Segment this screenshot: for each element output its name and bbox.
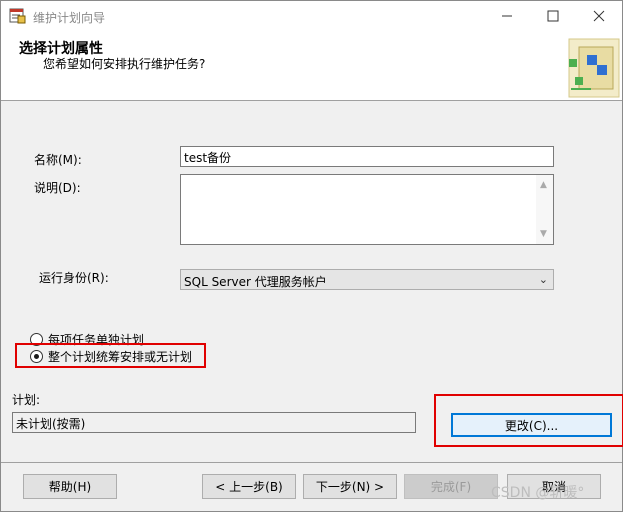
- close-button[interactable]: [576, 1, 622, 31]
- wizard-header: 选择计划属性 您希望如何安排执行维护任务?: [1, 31, 622, 101]
- description-label: 说明(D):: [34, 181, 81, 195]
- description-scrollbar[interactable]: ▲ ▼: [536, 175, 553, 244]
- minimize-button[interactable]: [484, 1, 530, 31]
- close-icon: [593, 10, 605, 22]
- watermark: CSDN @斩暖°: [491, 485, 585, 501]
- highlight-box-radio: [15, 343, 206, 368]
- wizard-window: 维护计划向导 选择计划属性 您希望如何安排执行维护任务? 名称(M): test…: [0, 0, 623, 512]
- back-button[interactable]: < 上一步(B): [202, 474, 296, 499]
- help-button[interactable]: 帮助(H): [23, 474, 117, 499]
- chevron-down-icon: ⌄: [538, 273, 548, 286]
- schedule-field: 未计划(按需): [12, 412, 416, 433]
- footer-divider: [1, 462, 622, 463]
- maximize-icon: [547, 10, 559, 22]
- next-button[interactable]: 下一步(N) >: [303, 474, 397, 499]
- maximize-button[interactable]: [530, 1, 576, 31]
- run-as-value: SQL Server 代理服务帐户: [184, 275, 327, 289]
- name-label: 名称(M):: [34, 153, 82, 167]
- scroll-down-icon[interactable]: ▼: [540, 229, 547, 239]
- schedule-label: 计划:: [12, 393, 41, 407]
- run-as-label: 运行身份(R):: [39, 271, 109, 285]
- maintenance-plan-icon: [9, 8, 26, 24]
- minimize-icon: [502, 15, 512, 17]
- run-as-select[interactable]: SQL Server 代理服务帐户 ⌄: [180, 269, 554, 290]
- page-subtitle: 您希望如何安排执行维护任务?: [43, 57, 206, 71]
- finish-button: 完成(F): [404, 474, 498, 499]
- window-title: 维护计划向导: [33, 11, 106, 25]
- description-field[interactable]: ▲ ▼: [180, 174, 554, 245]
- wizard-graphic-icon: [568, 38, 620, 98]
- scroll-up-icon[interactable]: ▲: [540, 180, 547, 190]
- title-bar: 维护计划向导: [1, 1, 622, 31]
- name-field[interactable]: test备份: [180, 146, 554, 167]
- highlight-box-change: [434, 394, 623, 447]
